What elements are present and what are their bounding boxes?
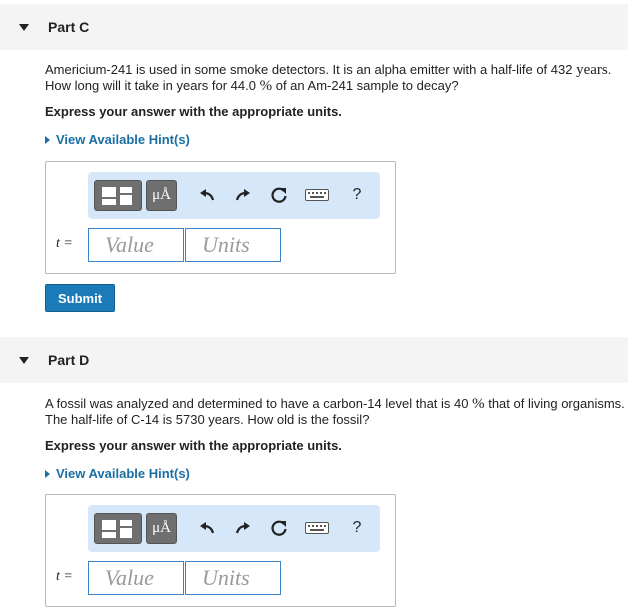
reset-icon (271, 520, 287, 536)
part-c-question: Americium-241 is used in some smoke dete… (45, 62, 635, 94)
units-button[interactable]: μÅ (146, 180, 177, 211)
hint-arrow-icon (45, 469, 50, 478)
reset-icon (271, 187, 287, 203)
question-text: How long will it take in years for 44.0 (45, 78, 260, 93)
units-input[interactable]: Units (185, 228, 281, 262)
units-icon: μÅ (152, 520, 171, 536)
templates-icon (102, 519, 132, 538)
question-text: . (607, 62, 612, 77)
question-text: Americium-241 is used in some smoke dete… (45, 62, 577, 77)
undo-button[interactable] (196, 184, 218, 206)
variable-label: t = (56, 236, 73, 251)
question-percent: % (259, 78, 273, 94)
math-toolbar: μÅ ? (88, 172, 380, 219)
part-c-answer-box: μÅ ? t = Value Units (45, 161, 396, 274)
redo-icon (235, 189, 250, 201)
help-icon: ? (352, 186, 362, 203)
redo-icon (235, 522, 250, 534)
hint-arrow-icon (45, 135, 50, 144)
undo-button[interactable] (196, 517, 218, 539)
question-text: The half-life of C-14 is 5730 years. How… (45, 412, 370, 427)
hint-label: View Available Hint(s) (56, 132, 190, 147)
part-c-title: Part C (48, 19, 90, 35)
keyboard-icon (305, 189, 329, 201)
help-button[interactable]: ? (346, 184, 368, 206)
part-d-title: Part D (48, 352, 90, 368)
redo-button[interactable] (232, 184, 254, 206)
keyboard-button[interactable] (304, 517, 330, 539)
help-icon: ? (352, 519, 362, 536)
reset-button[interactable] (268, 517, 290, 539)
submit-button[interactable]: Submit (45, 284, 115, 312)
value-input[interactable]: Value (88, 228, 184, 262)
question-text: A fossil was analyzed and determined to … (45, 396, 473, 411)
question-text: that of living organisms. (484, 396, 625, 411)
redo-button[interactable] (232, 517, 254, 539)
help-button[interactable]: ? (346, 517, 368, 539)
units-button[interactable]: μÅ (146, 513, 177, 544)
hint-label: View Available Hint(s) (56, 466, 190, 481)
collapse-triangle-icon[interactable] (19, 356, 29, 364)
part-c-header[interactable]: Part C (0, 4, 628, 50)
variable-label: t = (56, 569, 73, 584)
question-text: of an Am-241 sample to decay? (272, 78, 459, 93)
units-input[interactable]: Units (185, 561, 281, 595)
keyboard-icon (305, 522, 329, 534)
undo-icon (200, 522, 215, 534)
units-icon: μÅ (152, 187, 171, 203)
part-d-header[interactable]: Part D (0, 337, 628, 383)
part-d-question: A fossil was analyzed and determined to … (45, 396, 635, 428)
keyboard-button[interactable] (304, 184, 330, 206)
templates-button[interactable] (94, 180, 142, 211)
undo-icon (200, 189, 215, 201)
templates-button[interactable] (94, 513, 142, 544)
collapse-triangle-icon[interactable] (19, 23, 29, 31)
reset-button[interactable] (268, 184, 290, 206)
part-d-answer-box: μÅ ? t = Value Units (45, 494, 396, 607)
templates-icon (102, 186, 132, 205)
part-c-instructions: Express your answer with the appropriate… (45, 104, 342, 119)
question-unit: years (576, 62, 608, 78)
question-percent: % (472, 396, 485, 412)
math-toolbar: μÅ ? (88, 505, 380, 552)
part-d-instructions: Express your answer with the appropriate… (45, 438, 342, 453)
part-c-hint-link[interactable]: View Available Hint(s) (45, 132, 190, 147)
value-input[interactable]: Value (88, 561, 184, 595)
part-d-hint-link[interactable]: View Available Hint(s) (45, 466, 190, 481)
